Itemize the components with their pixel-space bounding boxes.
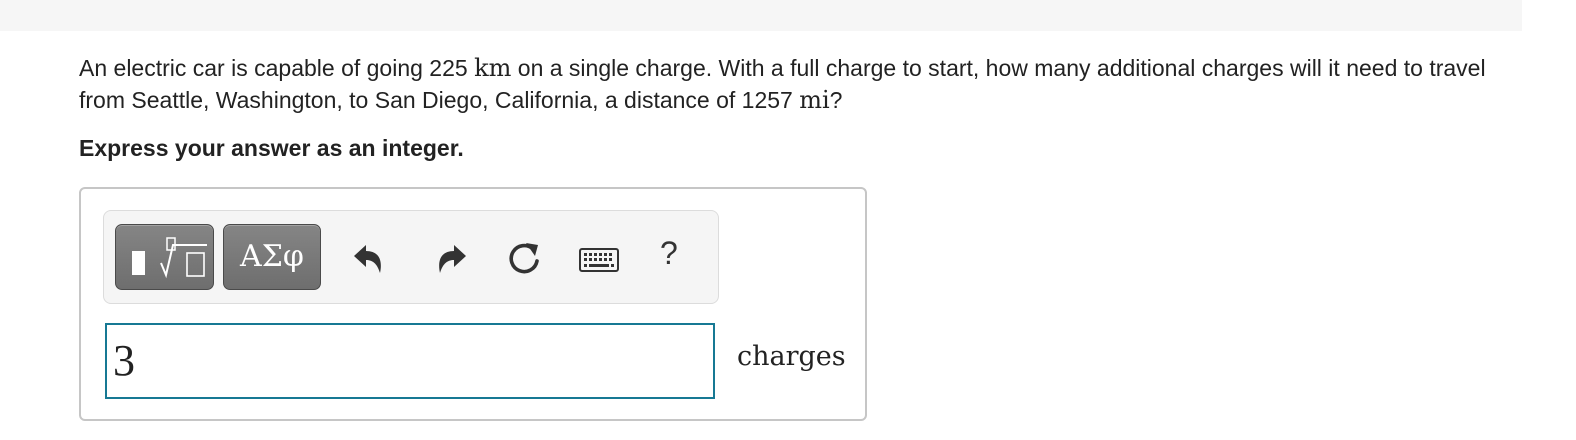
- greek-symbols-label: ΑΣφ: [240, 239, 304, 274]
- question-part3: ?: [829, 87, 843, 113]
- reset-icon: [509, 243, 539, 274]
- undo-icon: [354, 245, 381, 273]
- question-part1: An electric car is capable of going 225: [79, 55, 475, 81]
- math-toolbar: ΑΣφ ?: [103, 210, 719, 304]
- redo-icon: [439, 245, 466, 273]
- answer-input[interactable]: 3: [105, 323, 715, 399]
- top-strip: [0, 0, 1522, 31]
- answer-unit-label: charges: [737, 341, 846, 372]
- keyboard-icon: [579, 248, 619, 272]
- keyboard-button[interactable]: [578, 239, 622, 279]
- greek-symbols-button[interactable]: ΑΣφ: [223, 224, 321, 290]
- unit-km: km: [474, 54, 512, 82]
- help-button[interactable]: ?: [660, 235, 678, 272]
- reset-button[interactable]: [504, 239, 544, 279]
- templates-button[interactable]: [115, 224, 214, 290]
- answer-instruction: Express your answer as an integer.: [79, 135, 464, 161]
- answer-panel: ΑΣφ ? 3 charges: [79, 187, 867, 421]
- undo-button[interactable]: [350, 239, 390, 279]
- unit-mi: mi: [799, 86, 830, 114]
- templates-icon: [132, 237, 207, 279]
- help-icon: ?: [660, 235, 678, 271]
- question-text: An electric car is capable of going 225 …: [79, 52, 1519, 116]
- redo-button[interactable]: [430, 239, 470, 279]
